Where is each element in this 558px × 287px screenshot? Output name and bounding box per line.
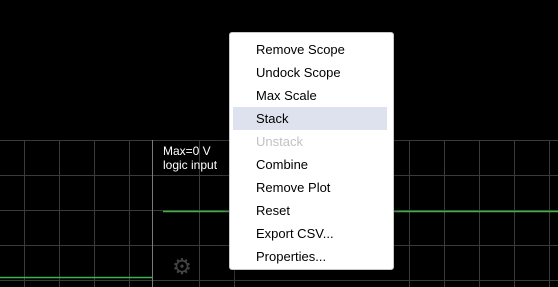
menu-item-export-csv[interactable]: Export CSV... [233,222,387,245]
menu-item-properties[interactable]: Properties... [233,245,387,268]
menu-item-remove-scope[interactable]: Remove Scope [233,38,387,61]
menu-item-undock-scope[interactable]: Undock Scope [233,61,387,84]
gear-icon[interactable]: ⚙ [170,255,194,279]
menu-item-reset[interactable]: Reset [233,199,387,222]
menu-item-max-scale[interactable]: Max Scale [233,84,387,107]
plot-max-label: Max=0 V [163,144,211,158]
context-menu: Remove Scope Undock Scope Max Scale Stac… [229,32,394,270]
menu-item-stack[interactable]: Stack [233,107,387,130]
menu-item-unstack: Unstack [256,134,303,149]
menu-item-remove-plot[interactable]: Remove Plot [233,176,387,199]
menu-item-combine[interactable]: Combine [233,153,387,176]
plot-signal-name: logic input [163,158,218,172]
